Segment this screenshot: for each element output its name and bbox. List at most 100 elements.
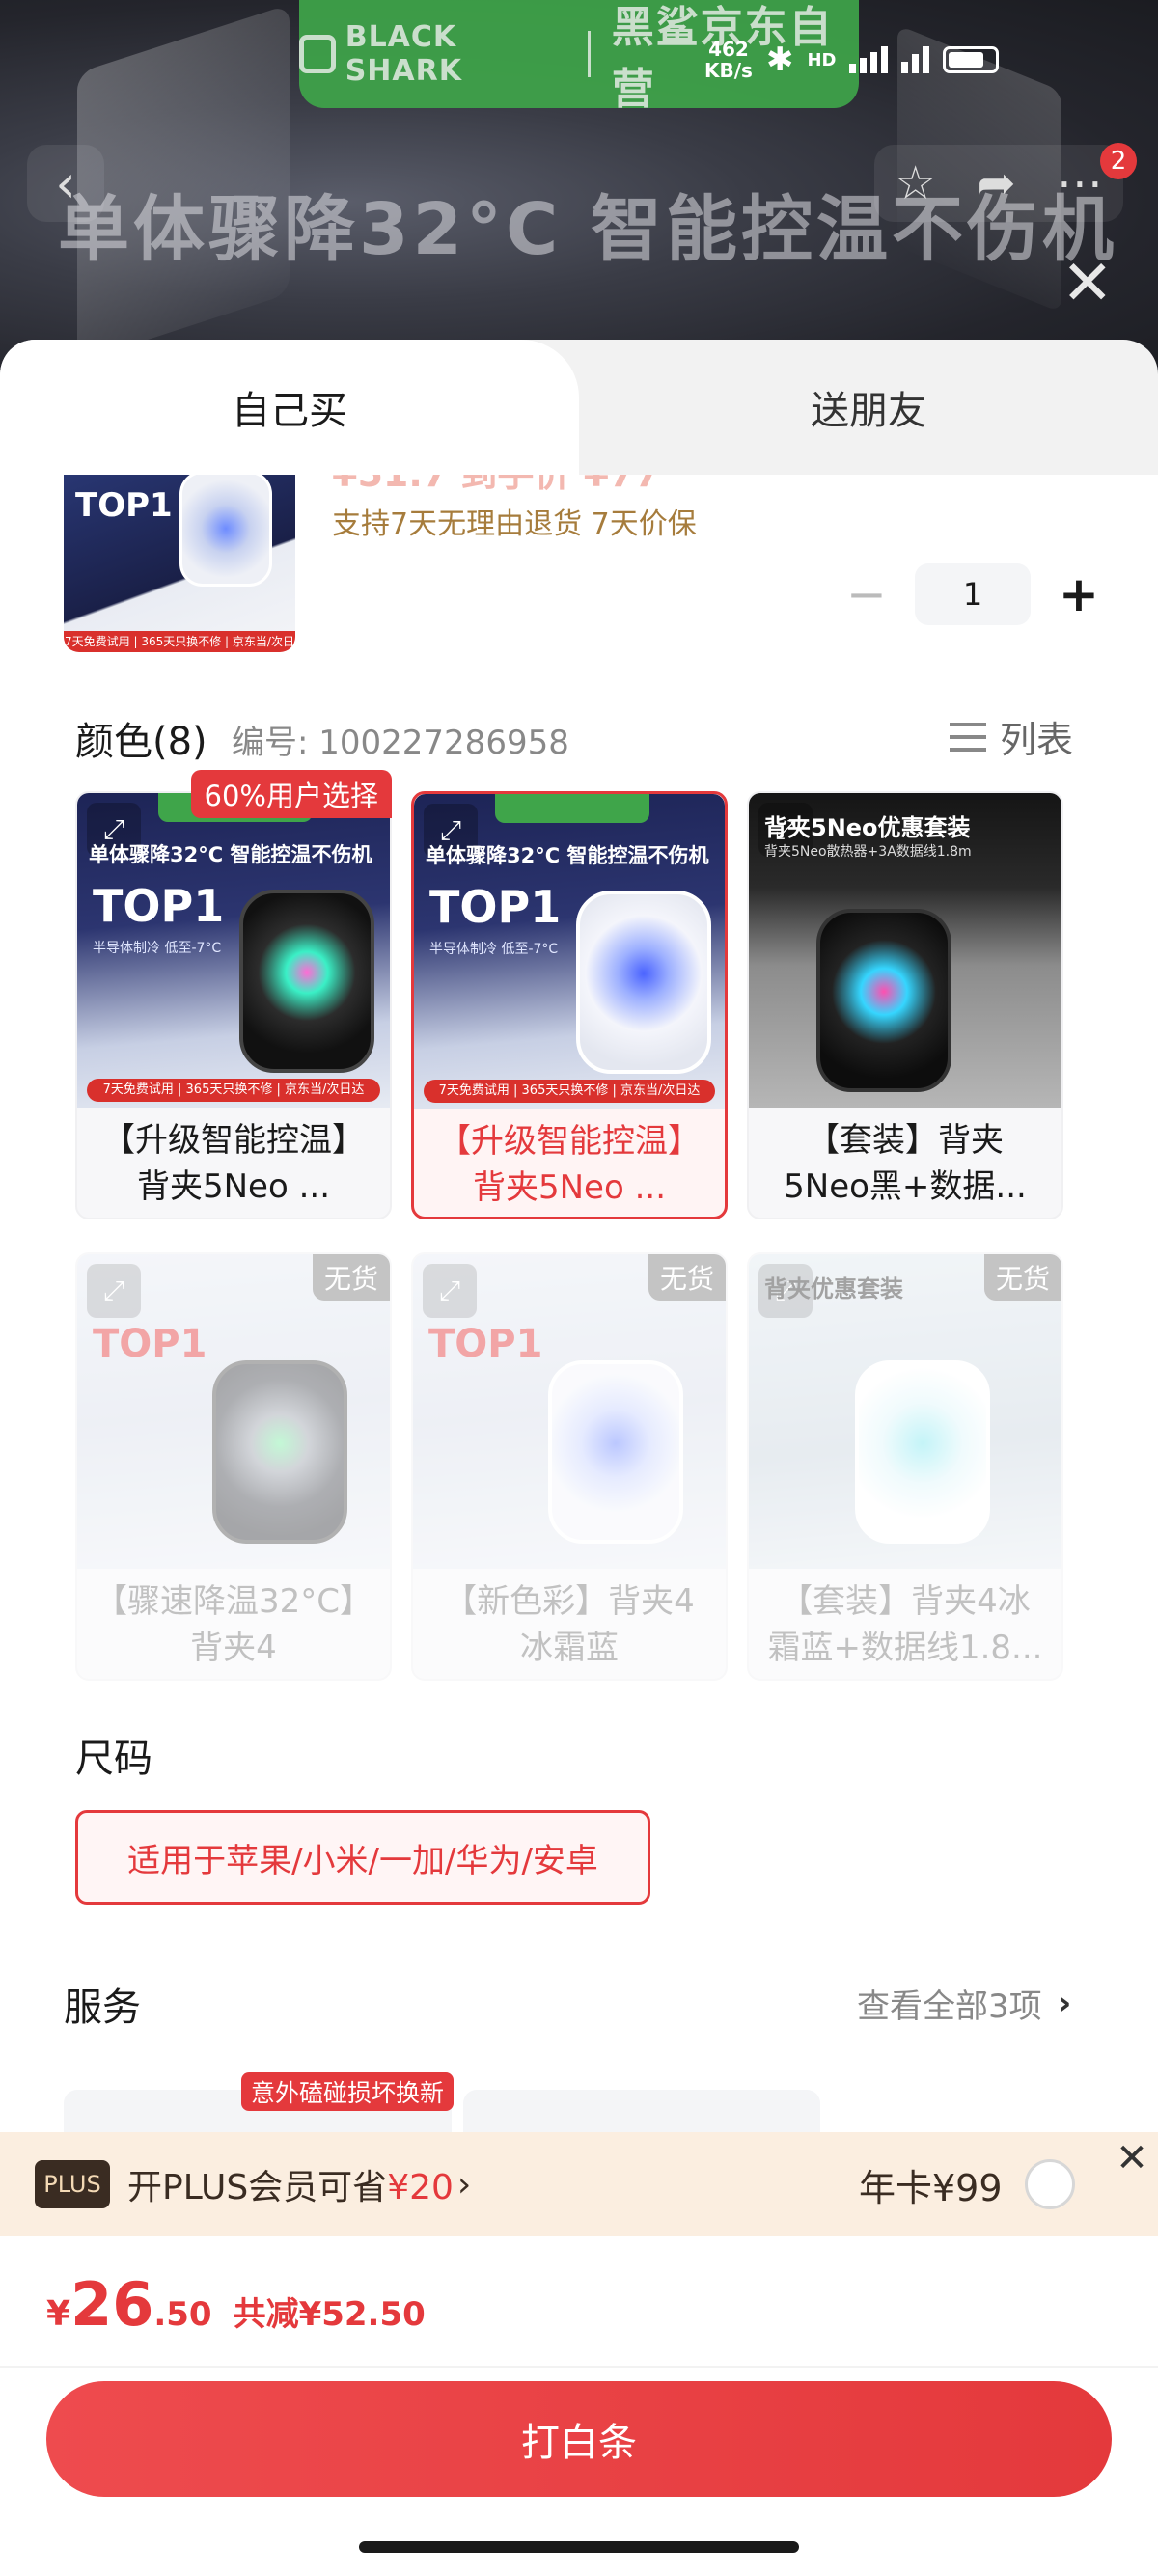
list-view-toggle[interactable]: 列表 <box>950 710 1073 763</box>
variant-image-headline: 单体骤降32°C 智能控温不伤机 <box>89 843 372 866</box>
variant-card-out-of-stock[interactable]: ⤢ 背夹优惠套装 【套装】背夹4冰霜蓝+数据线1.8... 无货 <box>747 1252 1063 1681</box>
wifi-signal-icon <box>901 46 930 73</box>
size-option[interactable]: 适用于苹果/小米/一加/华为/安卓 <box>75 1810 650 1905</box>
variant-label: 【升级智能控温】背夹5Neo ... <box>102 1121 365 1206</box>
variant-card[interactable]: ⤢ 单体骤降32°C 智能控温不伤机 TOP1 半导体制冷 低至-7°C 7天免… <box>75 770 392 1219</box>
cart-count-badge: 2 <box>1100 143 1137 179</box>
view-all-services-link[interactable]: 查看全部3项 › <box>857 1980 1071 2027</box>
thumbnail-top1-text: TOP1 <box>75 486 173 525</box>
plus-membership-bar[interactable]: PLUS 开PLUS会员可省¥20 › 年卡¥99 ✕ <box>0 2132 1158 2236</box>
variant-image-sub: 半导体制冷 低至-7°C <box>93 941 222 956</box>
tab-send-friend[interactable]: 送朋友 <box>579 340 1158 475</box>
increase-quantity-button[interactable]: + <box>1052 566 1106 622</box>
product-hero-background: BLACK SHARK 黑鲨京东自营 462 KB/s ✱ HD 单体骤降32°… <box>0 0 1158 367</box>
price-summary: ¥ 26 .50 共减¥52.50 <box>0 2236 1158 2366</box>
variant-image-top1: TOP1 <box>429 881 562 933</box>
cellular-signal-icon <box>849 46 889 73</box>
expand-icon[interactable]: ⤢ <box>423 1264 477 1318</box>
size-and-service: 尺码 适用于苹果/小米/一加/华为/安卓 服务 查看全部3项 › 意外磕碰损坏换… <box>0 1717 1158 2186</box>
brand-logo-text: BLACK SHARK <box>345 20 462 88</box>
chevron-right-icon: › <box>1057 1984 1072 2023</box>
variant-image-top1: TOP1 <box>428 1322 543 1366</box>
out-of-stock-badge: 无货 <box>983 1254 1062 1301</box>
variant-image-strip: 7天免费试用 | 365天只换不修 | 京东当/次日达 <box>424 1080 715 1103</box>
view-all-label: 查看全部3项 <box>857 1987 1042 2026</box>
price-integer: 26 <box>70 2269 154 2340</box>
variant-image-top1: TOP1 <box>93 880 225 932</box>
product-promise: 支持7天无理由退货 7天价保 <box>332 507 697 541</box>
plus-select-radio[interactable] <box>1025 2159 1075 2209</box>
list-toggle-label: 列表 <box>1000 719 1074 761</box>
variant-image-headline: 背夹5Neo优惠套装 <box>764 814 971 841</box>
quantity-stepper: − 1 + <box>840 563 1106 625</box>
purchase-tabs: 送朋友 自己买 <box>0 340 1158 475</box>
close-sheet-button[interactable]: ✕ <box>1062 253 1114 315</box>
variant-card-out-of-stock[interactable]: ⤢ TOP1 【新色彩】背夹4冰霜蓝 无货 <box>411 1252 728 1681</box>
variant-image: ⤢ 背夹优惠套装 <box>749 1254 1062 1569</box>
sku-number: 编号: 100227286958 <box>232 724 569 762</box>
variant-grid: ⤢ 单体骤降32°C 智能控温不伤机 TOP1 半导体制冷 低至-7°C 7天免… <box>0 770 1158 1717</box>
variant-label: 【骤速降温32°C】背夹4 <box>95 1582 373 1667</box>
popular-choice-badge: 60%用户选择 <box>190 770 392 818</box>
product-price: ¥51.7 到手价 ¥77 <box>332 475 660 497</box>
bottom-action-area: 打白条 <box>0 2366 1158 2576</box>
variant-label: 【新色彩】背夹4冰霜蓝 <box>444 1582 695 1667</box>
out-of-stock-badge: 无货 <box>648 1254 726 1301</box>
brand-logo: BLACK SHARK <box>299 20 566 88</box>
brand-tag <box>495 794 649 823</box>
battery-icon <box>943 46 1000 73</box>
chevron-right-icon: › <box>456 2164 472 2205</box>
cooler-device-image <box>212 1360 347 1544</box>
variant-image: ⤢ 单体骤降32°C 智能控温不伤机 TOP1 半导体制冷 低至-7°C 7天免… <box>414 794 725 1109</box>
kit-cooler-image <box>816 909 951 1092</box>
black-shark-icon <box>299 35 336 73</box>
cooler-device-image <box>855 1360 990 1544</box>
variant-image: ⤢ TOP1 <box>413 1254 726 1569</box>
pay-baitiao-button[interactable]: 打白条 <box>46 2381 1112 2497</box>
plus-logo: PLUS <box>35 2160 110 2208</box>
home-indicator[interactable] <box>359 2541 799 2553</box>
variant-label: 【套装】背夹5Neo黑+数据... <box>784 1121 1027 1206</box>
variant-image: ⤢ TOP1 <box>77 1254 390 1569</box>
price-decimal: .50 <box>153 2295 212 2334</box>
service-title: 服务 <box>64 1986 141 2030</box>
plus-saving: ¥20 <box>387 2168 454 2207</box>
tab-buy-self[interactable]: 自己买 <box>0 340 579 475</box>
network-speed: 462 KB/s <box>704 38 753 82</box>
expand-icon[interactable]: ⤢ <box>87 1264 141 1318</box>
brand-divider <box>587 31 591 77</box>
close-icon[interactable]: ✕ <box>1106 2132 1158 2184</box>
size-title: 尺码 <box>75 1737 152 1781</box>
cooler-device-image <box>179 475 272 587</box>
more-icon[interactable]: ⋯ <box>1057 156 1103 210</box>
hd-label: HD <box>807 49 837 70</box>
plus-annual-price: 年卡¥99 <box>859 2166 1003 2209</box>
price-currency: ¥ <box>46 2294 71 2334</box>
share-icon[interactable]: ➦ <box>977 156 1015 210</box>
plus-offer-text: 开PLUS会员可省¥20 <box>127 2168 454 2207</box>
total-discount: 共减¥52.50 <box>233 2295 426 2334</box>
back-button[interactable]: ‹ <box>27 145 104 222</box>
minus-icon: − <box>846 566 887 622</box>
variant-image-sub: 半导体制冷 低至-7°C <box>429 942 559 957</box>
color-section-header: 颜色(8) 编号: 100227286958 列表 <box>0 681 1158 781</box>
variant-card[interactable]: ⤢ 背夹5Neo优惠套装 背夹5Neo散热器+3A数据线1.8m 【套装】背夹5… <box>747 791 1063 1219</box>
status-bar: 462 KB/s ✱ HD <box>704 38 1000 82</box>
chevron-left-icon: ‹ <box>55 152 76 214</box>
variant-card-selected[interactable]: ⤢ 单体骤降32°C 智能控温不伤机 TOP1 半导体制冷 低至-7°C 7天免… <box>411 791 728 1219</box>
bluetooth-icon: ✱ <box>765 41 794 79</box>
decrease-quantity-button[interactable]: − <box>840 566 894 622</box>
cooler-device-image <box>548 1360 683 1544</box>
variant-image-sub: 背夹5Neo散热器+3A数据线1.8m <box>764 844 972 860</box>
variant-card-out-of-stock[interactable]: ⤢ TOP1 【骤速降温32°C】背夹4 无货 <box>75 1252 392 1681</box>
variant-image-top1: TOP1 <box>93 1322 207 1366</box>
favorite-star-icon[interactable]: ☆ <box>895 156 936 210</box>
color-title: 颜色(8) <box>75 720 207 764</box>
variant-image: ⤢ 背夹5Neo优惠套装 背夹5Neo散热器+3A数据线1.8m <box>749 793 1062 1108</box>
white-cooler-image <box>576 891 711 1074</box>
thumbnail-strip: 7天免费试用 | 365天只换不修 | 京东当/次日达 <box>64 631 295 652</box>
variant-label: 【套装】背夹4冰霜蓝+数据线1.8... <box>767 1582 1043 1667</box>
quantity-value[interactable]: 1 <box>915 563 1031 625</box>
variant-image-strip: 7天免费试用 | 365天只换不修 | 京东当/次日达 <box>87 1079 380 1102</box>
plus-icon: + <box>1059 566 1099 622</box>
